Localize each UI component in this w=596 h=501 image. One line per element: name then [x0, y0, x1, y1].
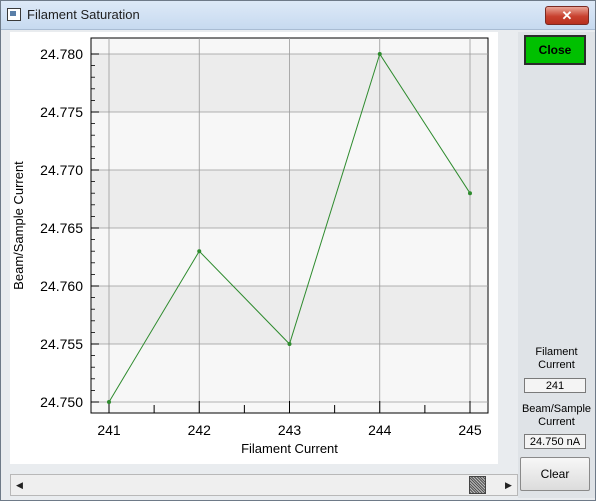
beam-sample-current-label: Beam/Sample Current	[521, 403, 592, 428]
app-window: Filament Saturation ✕ 24.750 24.755 24.760…	[0, 0, 596, 501]
horizontal-scrollbar[interactable]: ◀ ▶	[10, 474, 518, 496]
close-button[interactable]: Close	[524, 35, 586, 65]
data-point	[377, 52, 382, 56]
y-tick-label: 24.775	[40, 104, 83, 120]
title-bar[interactable]: Filament Saturation ✕	[1, 1, 595, 30]
x-tick-label: 242	[188, 422, 212, 438]
data-point	[468, 191, 472, 196]
y-tick-label: 24.765	[40, 220, 83, 236]
x-axis-label: Filament Current	[241, 441, 338, 456]
y-tick-label: 24.755	[40, 336, 83, 352]
data-point	[107, 400, 111, 404]
window-title: Filament Saturation	[27, 7, 140, 22]
y-tick-label: 24.750	[40, 394, 83, 410]
x-tick-label: 245	[458, 422, 482, 438]
y-tick-label: 24.770	[40, 162, 83, 178]
scrollbar-thumb[interactable]	[469, 476, 486, 494]
x-tick-label: 243	[278, 422, 302, 438]
x-tick-label: 241	[97, 422, 121, 438]
y-tick-label: 24.780	[40, 46, 83, 62]
filament-saturation-chart: 24.750 24.755 24.760 24.765 24.770 24.775 24.7…	[11, 37, 489, 456]
side-panel: Close Filament Current 241 Beam/Sample C…	[518, 32, 595, 498]
y-tick-label: 24.760	[40, 278, 83, 294]
filament-current-value: 241	[524, 378, 586, 393]
scroll-right-arrow-icon[interactable]: ▶	[500, 475, 517, 495]
y-axis-label: Beam/Sample Current	[11, 161, 26, 290]
clear-button[interactable]: Clear	[520, 457, 590, 491]
data-point	[287, 342, 292, 346]
plot-panel: 24.750 24.755 24.760 24.765 24.770 24.775 24.7…	[10, 32, 498, 464]
filament-current-label: Filament Current	[535, 346, 578, 371]
beam-sample-current-value: 24.750 nA	[524, 434, 586, 449]
scroll-left-arrow-icon[interactable]: ◀	[11, 475, 28, 495]
x-tick-label: 244	[368, 422, 392, 438]
window-close-button[interactable]: ✕	[545, 6, 589, 25]
data-point	[197, 249, 202, 254]
app-window-icon[interactable]	[7, 8, 21, 21]
